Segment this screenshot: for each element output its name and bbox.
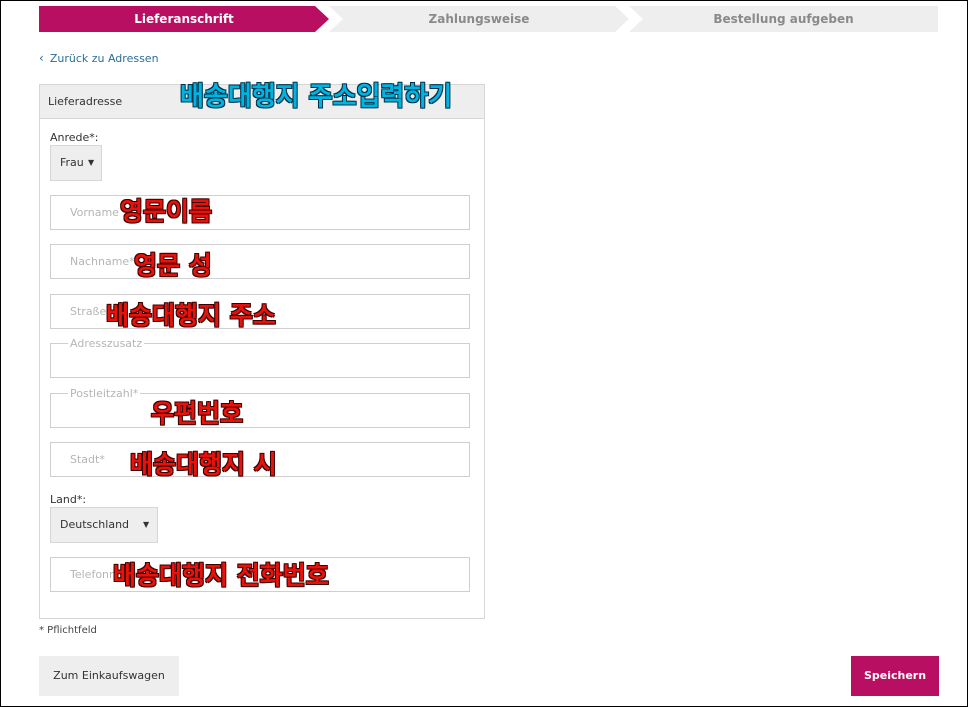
step-zahlungsweise[interactable]: Zahlungsweise	[329, 6, 629, 32]
annotation-title: 배송대행지 주소입력하기	[180, 82, 453, 112]
annotation-lastname: 영문 성	[134, 251, 212, 280]
back-to-cart-button[interactable]: Zum Einkaufswagen	[39, 656, 179, 696]
step-bestellung[interactable]: Bestellung aufgeben	[629, 6, 938, 32]
step-label: Lieferanschrift	[134, 12, 234, 26]
annotation-zip: 우편번호	[151, 399, 244, 428]
step-lieferanschrift[interactable]: Lieferanschrift	[39, 6, 329, 32]
address-extra-field[interactable]: Adresszusatz	[50, 337, 470, 378]
zip-placeholder: Postleitzahl*	[68, 387, 141, 400]
salutation-select[interactable]: Frau ▼	[50, 145, 102, 181]
street-placeholder: Straße	[70, 305, 107, 318]
back-link-label: Zurück zu Adressen	[49, 51, 159, 65]
caret-down-icon: ▼	[143, 520, 150, 529]
lastname-placeholder: Nachname*	[70, 255, 135, 268]
annotation-firstname: 영문이름	[120, 197, 213, 226]
annotation-city: 배송대행지 시	[130, 450, 277, 479]
country-label: Land*:	[50, 493, 87, 506]
delivery-address-panel: Lieferadresse Anrede*: Frau ▼ Vorname * …	[39, 84, 485, 619]
salutation-value: Frau	[60, 156, 84, 169]
step-label: Zahlungsweise	[428, 12, 530, 26]
salutation-label: Anrede*:	[50, 131, 99, 144]
address-extra-placeholder: Adresszusatz	[68, 337, 145, 350]
back-to-addresses-link[interactable]: ‹ Zurück zu Adressen	[39, 51, 159, 65]
chevron-left-icon: ‹	[39, 51, 44, 65]
annotation-street: 배송대행지 주소	[106, 301, 276, 330]
annotation-phone: 배송대행지 전화번호	[113, 561, 329, 590]
save-button[interactable]: Speichern	[851, 656, 939, 696]
city-placeholder: Stadt*	[70, 453, 105, 466]
firstname-field[interactable]: Vorname *	[50, 195, 470, 230]
checkout-steps: Lieferanschrift Zahlungsweise Bestellung…	[39, 6, 938, 32]
country-select[interactable]: Deutschland ▼	[50, 507, 158, 543]
step-label: Bestellung aufgeben	[713, 12, 854, 26]
caret-down-icon: ▼	[88, 158, 95, 167]
zip-field[interactable]: Postleitzahl*	[50, 387, 470, 428]
country-value: Deutschland	[60, 518, 130, 531]
required-field-note: * Pflichtfeld	[39, 625, 97, 636]
lastname-field[interactable]: Nachname*	[50, 244, 470, 279]
